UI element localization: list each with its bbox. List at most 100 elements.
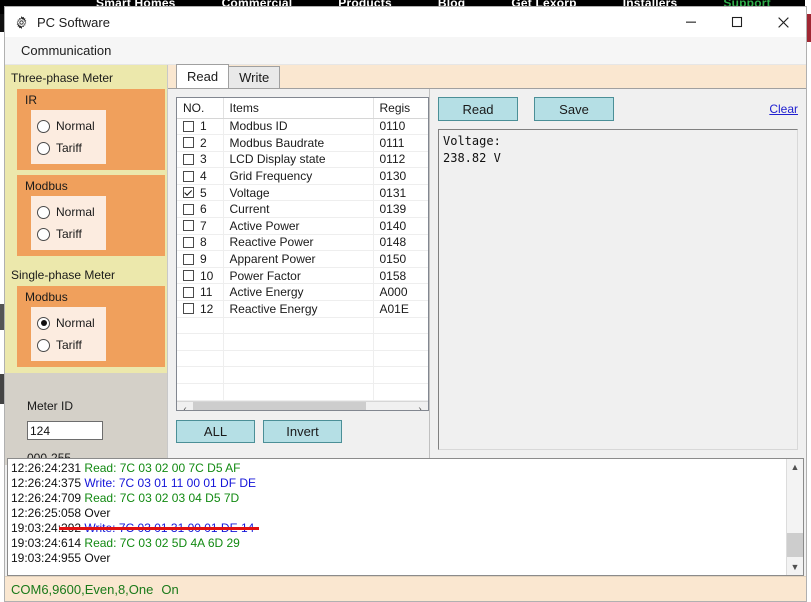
log-scroll-track[interactable] xyxy=(787,475,803,559)
log-highlight-underline xyxy=(59,527,259,530)
communication-log-list[interactable]: 12:26:24:231 Read: 7C 03 02 00 7C D5 AF1… xyxy=(8,459,786,575)
meter-id-input[interactable] xyxy=(27,421,103,440)
table-row-empty xyxy=(177,317,429,334)
sidebar-group-three-phase-meter: Three-phase Meter IR Normal Tariff xyxy=(5,65,167,262)
table-row[interactable]: 11Active EnergyA000 xyxy=(177,284,429,301)
row-number: 5 xyxy=(200,186,207,200)
cell-register: 0131 xyxy=(373,184,429,201)
invert-selection-button[interactable]: Invert xyxy=(263,420,342,443)
action-button-row: Read Save Clear xyxy=(438,97,798,121)
menubar: Communication xyxy=(5,37,806,65)
row-checkbox[interactable] xyxy=(183,270,194,281)
table-row[interactable]: 1Modbus ID0110 xyxy=(177,118,429,135)
cell-no: 3 xyxy=(177,151,223,168)
cell-empty xyxy=(223,367,373,384)
window-titlebar: PC Software xyxy=(5,7,806,37)
cell-no: 6 xyxy=(177,201,223,218)
hscroll-track[interactable] xyxy=(193,402,412,411)
cell-no: 12 xyxy=(177,301,223,318)
scroll-down-arrow-icon[interactable]: ▼ xyxy=(787,559,803,575)
table-row[interactable]: 9Apparent Power0150 xyxy=(177,251,429,268)
scroll-left-arrow-icon[interactable]: ‹ xyxy=(177,402,193,411)
cell-no: 10 xyxy=(177,267,223,284)
radio-icon xyxy=(37,142,50,155)
group-title-three-phase: Three-phase Meter xyxy=(5,69,167,89)
radio-option-single-phase-modbus-tariff[interactable]: Tariff xyxy=(31,334,106,356)
column-header-register[interactable]: Regis xyxy=(373,98,429,118)
protocol-title-ir: IR xyxy=(17,92,165,110)
row-checkbox[interactable] xyxy=(183,303,194,314)
log-vertical-scrollbar[interactable]: ▲ ▼ xyxy=(786,459,803,575)
cell-no: 9 xyxy=(177,251,223,268)
row-checkbox[interactable] xyxy=(183,137,194,148)
radio-option-single-phase-modbus-normal[interactable]: Normal xyxy=(31,312,106,334)
log-line: 19:03:24:614 Read: 7C 03 02 5D 4A 6D 29 xyxy=(11,536,786,551)
log-line: 19:03:24:955 Over xyxy=(11,551,786,566)
log-message: Over xyxy=(84,506,110,520)
status-bar: COM6,9600,Even,8,One On xyxy=(5,576,806,601)
row-checkbox[interactable] xyxy=(183,187,194,198)
row-number: 7 xyxy=(200,219,207,233)
communication-log-panel: 12:26:24:231 Read: 7C 03 02 00 7C D5 AF1… xyxy=(7,458,804,576)
tab-read[interactable]: Read xyxy=(176,64,229,88)
row-checkbox[interactable] xyxy=(183,154,194,165)
radio-option-three-phase-ir-tariff[interactable]: Tariff xyxy=(31,137,106,159)
cell-register: 0140 xyxy=(373,218,429,235)
column-header-items[interactable]: Items xyxy=(223,98,373,118)
table-row[interactable]: 2Modbus Baudrate0111 xyxy=(177,135,429,152)
row-number: 4 xyxy=(200,169,207,183)
row-checkbox[interactable] xyxy=(183,220,194,231)
cell-empty xyxy=(177,350,223,367)
cell-empty xyxy=(223,350,373,367)
table-row[interactable]: 7Active Power0140 xyxy=(177,218,429,235)
cell-empty xyxy=(373,367,429,384)
hscroll-thumb[interactable] xyxy=(193,402,366,411)
row-checkbox[interactable] xyxy=(183,171,194,182)
menu-item-communication[interactable]: Communication xyxy=(11,40,121,61)
close-button[interactable] xyxy=(760,7,806,37)
table-row[interactable]: 10Power Factor0158 xyxy=(177,267,429,284)
table-row[interactable]: 4Grid Frequency0130 xyxy=(177,168,429,185)
selection-button-row: ALL Invert xyxy=(176,420,429,443)
table-row[interactable]: 6Current0139 xyxy=(177,201,429,218)
row-checkbox[interactable] xyxy=(183,204,194,215)
cell-register: 0112 xyxy=(373,151,429,168)
row-checkbox[interactable] xyxy=(183,237,194,248)
radio-group-single-phase-modbus: Normal Tariff xyxy=(31,307,106,361)
row-checkbox[interactable] xyxy=(183,254,194,265)
log-message: Write: 7C 03 01 11 00 01 DF DE xyxy=(84,476,256,490)
column-header-no[interactable]: NO. xyxy=(177,98,223,118)
row-number: 10 xyxy=(200,269,213,283)
table-row[interactable]: 5Voltage0131 xyxy=(177,184,429,201)
sidebar-group-single-phase-meter: Single-phase Meter Modbus Normal Tariff xyxy=(5,262,167,373)
cell-empty xyxy=(373,384,429,401)
maximize-button[interactable] xyxy=(714,7,760,37)
radio-icon xyxy=(37,120,50,133)
table-row[interactable]: 3LCD Display state0112 xyxy=(177,151,429,168)
register-table-body: 1Modbus ID01102Modbus Baudrate01113LCD D… xyxy=(177,118,429,400)
tab-write[interactable]: Write xyxy=(228,66,280,88)
output-text-area[interactable]: Voltage: 238.82 V xyxy=(438,129,798,450)
select-all-button[interactable]: ALL xyxy=(176,420,255,443)
radio-option-three-phase-modbus-normal[interactable]: Normal xyxy=(31,201,106,223)
radio-label: Tariff xyxy=(56,338,82,352)
protocol-block-single-phase-modbus: Modbus Normal Tariff xyxy=(17,286,165,367)
log-line: 12:26:24:375 Write: 7C 03 01 11 00 01 DF… xyxy=(11,476,786,491)
cell-no: 2 xyxy=(177,135,223,152)
table-horizontal-scrollbar[interactable]: ‹ › xyxy=(177,401,428,411)
table-header-row: NO. Items Regis xyxy=(177,98,429,118)
save-button[interactable]: Save xyxy=(534,97,614,121)
scroll-up-arrow-icon[interactable]: ▲ xyxy=(787,459,803,475)
cell-item: Current xyxy=(223,201,373,218)
row-checkbox[interactable] xyxy=(183,121,194,132)
radio-option-three-phase-modbus-tariff[interactable]: Tariff xyxy=(31,223,106,245)
clear-link[interactable]: Clear xyxy=(769,102,798,116)
minimize-button[interactable] xyxy=(668,7,714,37)
row-checkbox[interactable] xyxy=(183,287,194,298)
scroll-right-arrow-icon[interactable]: › xyxy=(412,402,428,411)
log-scroll-thumb[interactable] xyxy=(787,533,803,557)
read-button[interactable]: Read xyxy=(438,97,518,121)
table-row[interactable]: 8Reactive Power0148 xyxy=(177,234,429,251)
radio-option-three-phase-ir-normal[interactable]: Normal xyxy=(31,115,106,137)
table-row[interactable]: 12Reactive EnergyA01E xyxy=(177,301,429,318)
